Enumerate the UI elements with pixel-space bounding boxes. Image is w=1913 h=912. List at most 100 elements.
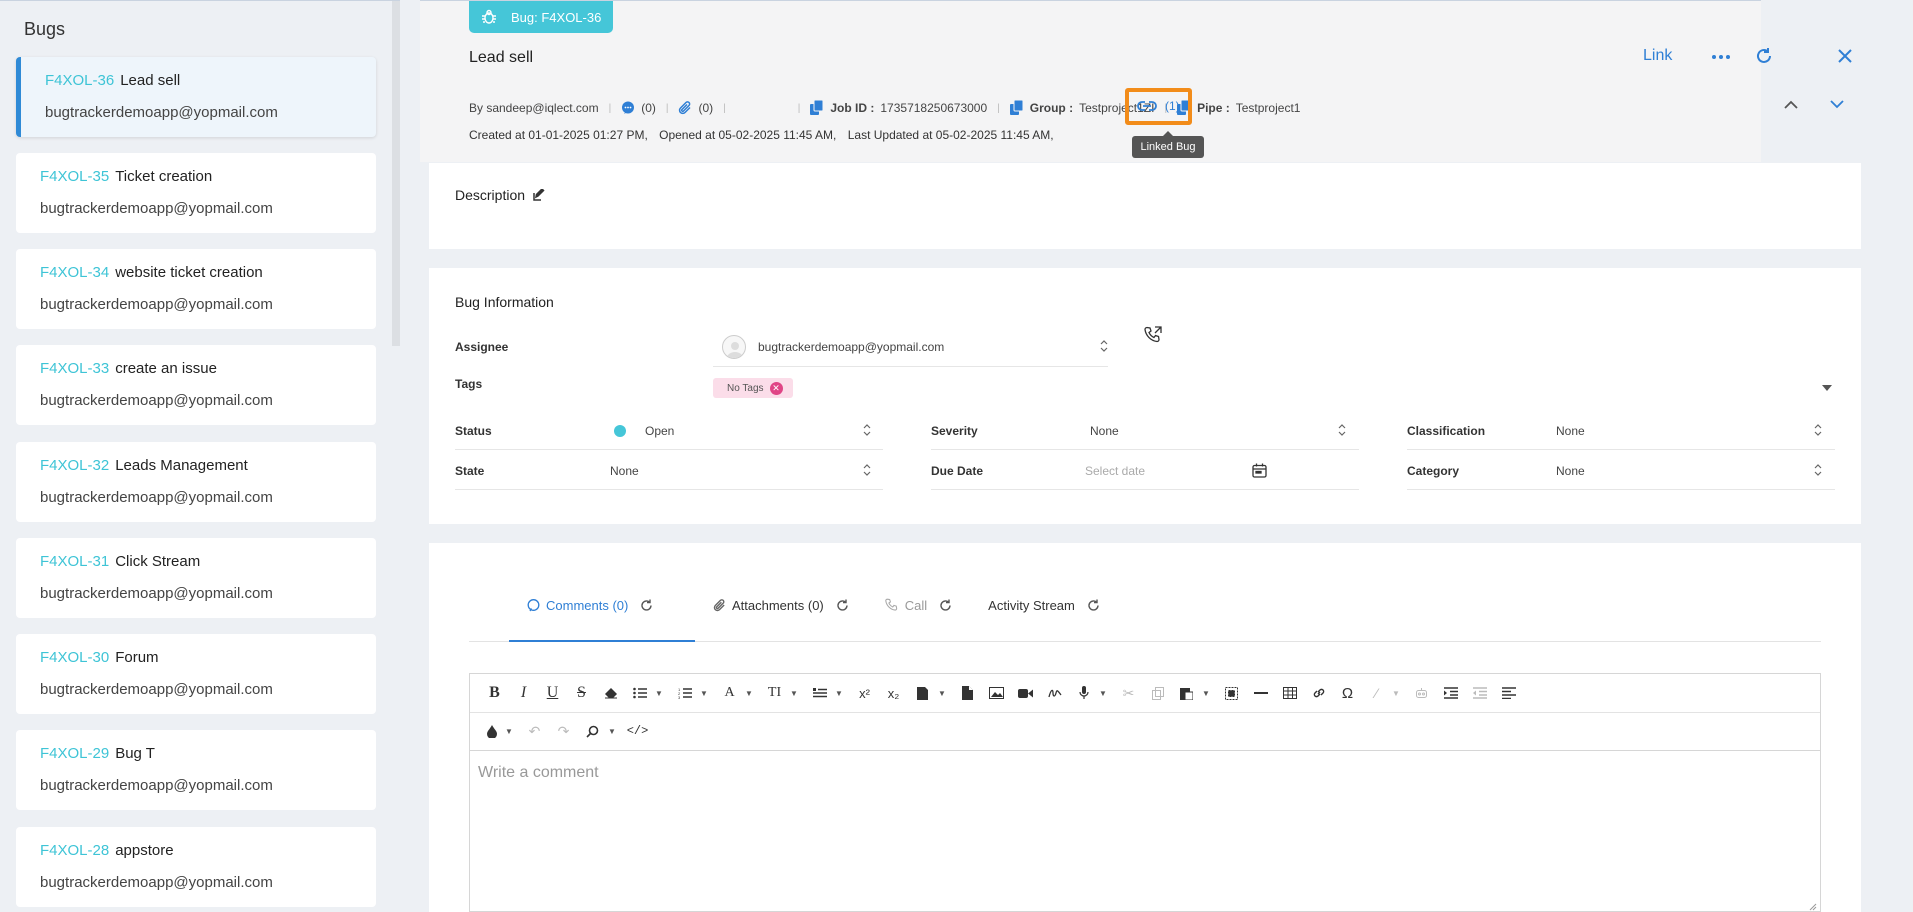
- outdent-icon[interactable]: [1465, 681, 1494, 705]
- severity-select[interactable]: None: [1090, 424, 1119, 438]
- chevron-down-icon[interactable]: ▼: [699, 681, 709, 705]
- signature-icon[interactable]: [1040, 681, 1069, 705]
- file-icon[interactable]: [953, 681, 982, 705]
- redo-icon[interactable]: ↷: [549, 719, 578, 743]
- paragraph-format-icon[interactable]: [805, 681, 834, 705]
- tab-comments[interactable]: Comments (0): [509, 583, 695, 627]
- updown-icon[interactable]: [1099, 339, 1109, 353]
- code-view-icon[interactable]: </>: [623, 719, 652, 743]
- insert-icon[interactable]: [908, 681, 937, 705]
- bug-list-item[interactable]: F4XOL-32 Leads Management bugtrackerdemoa…: [16, 442, 376, 522]
- robot-icon[interactable]: [1407, 681, 1436, 705]
- tab-attachments[interactable]: Attachments (0): [695, 583, 867, 627]
- calendar-icon[interactable]: [1251, 462, 1267, 478]
- microphone-icon[interactable]: [1069, 681, 1098, 705]
- table-icon[interactable]: [1275, 681, 1304, 705]
- chevron-down-icon[interactable]: ▼: [834, 681, 844, 705]
- image-icon[interactable]: [982, 681, 1011, 705]
- link-button[interactable]: Link: [1643, 47, 1672, 65]
- eraser-icon[interactable]: [596, 681, 625, 705]
- bold-button[interactable]: B: [480, 681, 509, 705]
- chevron-down-icon[interactable]: ▼: [789, 681, 799, 705]
- bug-list-item[interactable]: F4XOL-31 Click Stream bugtrackerdemoapp@y…: [16, 538, 376, 618]
- sidebar-title: Bugs: [24, 19, 66, 39]
- refresh-icon[interactable]: [939, 599, 952, 612]
- copy-icon[interactable]: [1009, 100, 1024, 116]
- assignee-select[interactable]: bugtrackerdemoapp@yopmail.com: [758, 340, 944, 354]
- select-all-icon[interactable]: [1217, 681, 1246, 705]
- undo-icon[interactable]: ↶: [520, 719, 549, 743]
- bug-list-item[interactable]: F4XOL-35 Ticket creation bugtrackerdemoap…: [16, 153, 376, 233]
- chevron-down-icon[interactable]: [1829, 98, 1845, 110]
- chevron-down-icon[interactable]: ▼: [744, 681, 754, 705]
- bullet-list-icon[interactable]: [625, 681, 654, 705]
- magic-wand-icon[interactable]: ⁄: [1362, 681, 1391, 705]
- chevron-down-icon[interactable]: ▼: [1201, 681, 1211, 705]
- classification-select[interactable]: None: [1556, 424, 1585, 438]
- resize-handle-icon[interactable]: [1806, 900, 1818, 912]
- refresh-icon[interactable]: [1754, 46, 1774, 66]
- updown-icon[interactable]: [1813, 463, 1823, 477]
- refresh-icon[interactable]: [836, 599, 849, 612]
- horizontal-line-icon[interactable]: [1246, 681, 1275, 705]
- updown-icon[interactable]: [862, 463, 872, 477]
- subscript-icon[interactable]: x₂: [879, 681, 908, 705]
- underline-button[interactable]: U: [538, 681, 567, 705]
- search-icon[interactable]: [578, 719, 607, 743]
- align-left-icon[interactable]: [1494, 681, 1523, 705]
- chevron-down-icon[interactable]: ▼: [937, 681, 947, 705]
- copy-icon[interactable]: [1143, 681, 1172, 705]
- due-date-input[interactable]: Select date: [1085, 464, 1145, 478]
- chevron-down-icon[interactable]: ▼: [1098, 681, 1108, 705]
- category-select[interactable]: None: [1556, 464, 1585, 478]
- bug-list-item[interactable]: F4XOL-30 Forum bugtrackerdemoapp@yopmail.…: [16, 634, 376, 714]
- tags-dropdown-icon[interactable]: [1821, 384, 1833, 392]
- chevron-down-icon[interactable]: ▼: [1391, 681, 1401, 705]
- superscript-icon[interactable]: x²: [850, 681, 879, 705]
- edit-icon[interactable]: [533, 189, 545, 201]
- refresh-icon[interactable]: [1087, 599, 1100, 612]
- chevron-up-icon[interactable]: [1783, 98, 1799, 110]
- cut-icon[interactable]: ✂: [1114, 681, 1143, 705]
- bug-dates: Created at 01-01-2025 01:27 PM, Opened a…: [469, 128, 1062, 142]
- tag-chip[interactable]: No Tags ✕: [713, 378, 793, 398]
- chevron-down-icon[interactable]: ▼: [504, 719, 514, 743]
- linked-bugs-button[interactable]: (1): [1137, 99, 1180, 113]
- refresh-icon[interactable]: [640, 599, 653, 612]
- link-icon[interactable]: [1304, 681, 1333, 705]
- status-select[interactable]: Open: [645, 424, 674, 438]
- ink-drop-icon[interactable]: [480, 719, 504, 743]
- indent-icon[interactable]: [1436, 681, 1465, 705]
- state-select[interactable]: None: [610, 464, 639, 478]
- updown-icon[interactable]: [1813, 423, 1823, 437]
- bug-list-item[interactable]: F4XOL-33 create an issue bugtrackerdemoap…: [16, 345, 376, 425]
- bug-list-item[interactable]: F4XOL-29 Bug T bugtrackerdemoapp@yopmail.…: [16, 730, 376, 810]
- paste-icon[interactable]: [1172, 681, 1201, 705]
- italic-button[interactable]: I: [509, 681, 538, 705]
- updown-icon[interactable]: [862, 423, 872, 437]
- chevron-down-icon[interactable]: ▼: [654, 681, 664, 705]
- more-icon[interactable]: [1710, 49, 1732, 65]
- text-color-icon[interactable]: A: [715, 681, 744, 705]
- updown-icon[interactable]: [1337, 423, 1347, 437]
- tab-call[interactable]: Call: [867, 583, 970, 627]
- sidebar-scrollbar[interactable]: [392, 1, 400, 346]
- font-size-icon[interactable]: TI: [760, 681, 789, 705]
- bug-list-item[interactable]: F4XOL-28 appstore bugtrackerdemoapp@yopma…: [16, 827, 376, 907]
- bug-list-item[interactable]: F4XOL-36 Lead sell bugtrackerdemoapp@yopm…: [16, 57, 376, 137]
- attachments-count-button[interactable]: (0): [678, 101, 713, 115]
- numbered-list-icon[interactable]: 123: [670, 681, 699, 705]
- phone-call-icon[interactable]: [1143, 325, 1163, 345]
- tab-activity-stream[interactable]: Activity Stream: [970, 583, 1118, 627]
- comments-count-button[interactable]: (0): [621, 101, 656, 115]
- bug-list-item[interactable]: F4XOL-34 website ticket creation bugtrack…: [16, 249, 376, 329]
- remove-tag-icon[interactable]: ✕: [769, 381, 783, 395]
- special-char-icon[interactable]: Ω: [1333, 681, 1362, 705]
- close-icon[interactable]: [1836, 47, 1854, 65]
- paperclip-icon: [678, 101, 692, 115]
- strikethrough-button[interactable]: S: [567, 681, 596, 705]
- video-icon[interactable]: [1011, 681, 1040, 705]
- comment-input[interactable]: Write a comment: [478, 764, 599, 782]
- chevron-down-icon[interactable]: ▼: [607, 719, 617, 743]
- copy-icon[interactable]: [810, 100, 824, 116]
